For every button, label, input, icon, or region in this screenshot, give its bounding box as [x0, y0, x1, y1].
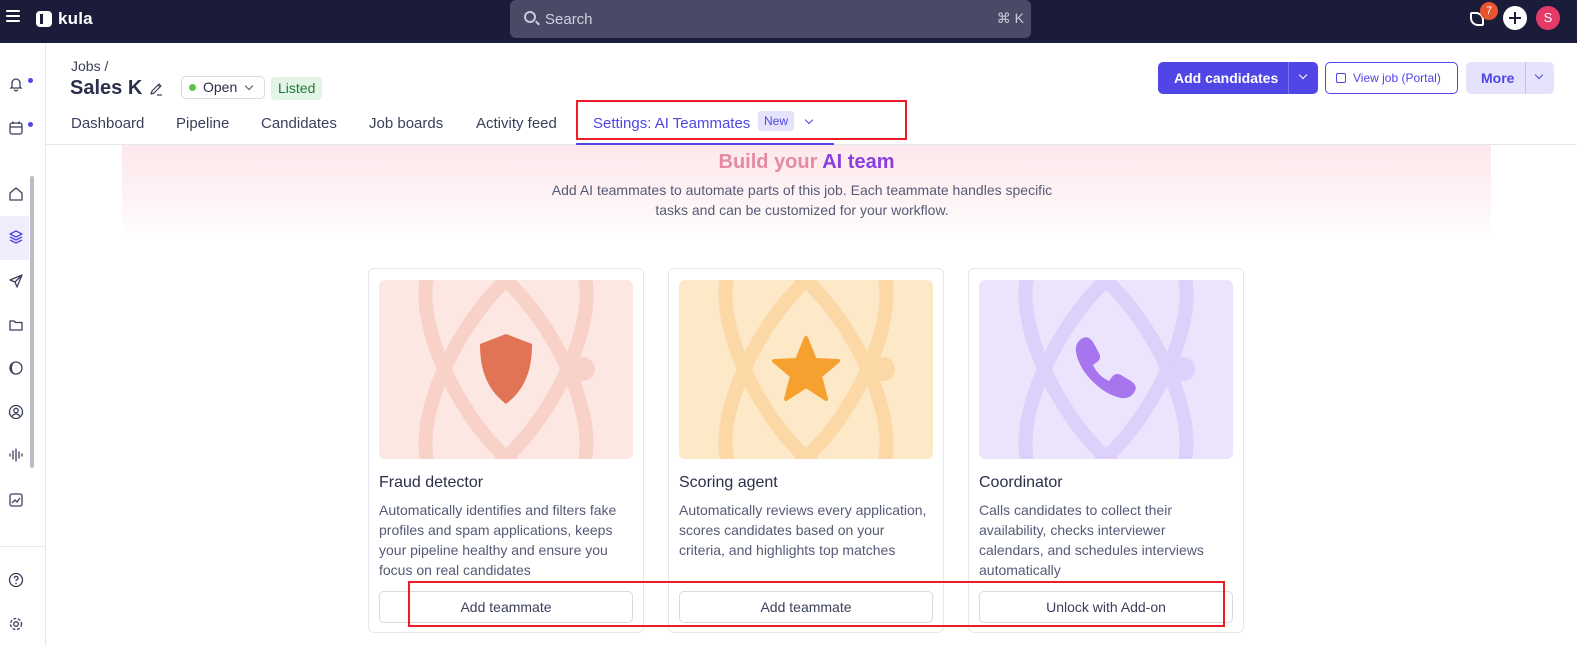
card-description: Calls candidates to collect their availa… — [979, 502, 1204, 578]
ai-team-banner: Build your AI team Add AI teammates to a… — [122, 145, 1491, 240]
announcements-button[interactable]: 7 — [1468, 2, 1498, 30]
tab-candidates[interactable]: Candidates — [261, 115, 337, 132]
calendar-unread-dot — [28, 122, 33, 127]
sidebar-scrollbar[interactable] — [30, 176, 34, 468]
card-illustration — [979, 280, 1233, 459]
card-illustration — [379, 280, 633, 459]
kula-logo-icon — [36, 11, 52, 27]
logo[interactable]: kula — [36, 9, 93, 29]
folder-icon[interactable] — [8, 317, 24, 333]
tab-activity-feed[interactable]: Activity feed — [476, 115, 557, 132]
banner-title-part2: AI team — [822, 151, 895, 173]
top-bar: kula ⌘ K 7 S — [0, 0, 1577, 43]
highlight-box-tab — [576, 100, 907, 140]
page-title: Sales K — [70, 77, 143, 99]
send-icon[interactable] — [8, 273, 24, 289]
contrast-icon[interactable] — [8, 360, 24, 376]
external-link-icon — [1336, 73, 1346, 83]
search-shortcut: ⌘ K — [996, 10, 1024, 26]
calendar-icon[interactable] — [8, 120, 24, 136]
chevron-down-icon — [244, 81, 254, 91]
status-badge: Listed — [271, 77, 323, 100]
more-dropdown[interactable] — [1525, 62, 1554, 94]
tab-job-boards[interactable]: Job boards — [369, 115, 443, 132]
add-candidates-button[interactable]: Add candidates — [1158, 62, 1318, 94]
card-title: Fraud detector — [379, 474, 484, 491]
more-button[interactable]: More — [1466, 62, 1554, 94]
notification-badge: 7 — [1480, 2, 1498, 20]
sidebar-divider — [0, 546, 45, 547]
search-icon — [524, 11, 536, 23]
shield-icon — [480, 334, 532, 404]
search-bar[interactable]: ⌘ K — [510, 0, 1031, 38]
tab-pipeline[interactable]: Pipeline — [176, 115, 229, 132]
teammate-card-scoring-agent: Scoring agent Automatically reviews ever… — [668, 268, 944, 633]
add-candidates-dropdown[interactable] — [1288, 62, 1318, 94]
menu-icon[interactable] — [6, 10, 20, 24]
more-label: More — [1481, 70, 1515, 86]
banner-title-part1: Build your — [718, 151, 818, 173]
avatar[interactable]: S — [1536, 6, 1560, 30]
teammate-card-fraud-detector: Fraud detector Automatically identifies … — [368, 268, 644, 633]
pencil-icon[interactable] — [148, 81, 164, 97]
gear-icon[interactable] — [8, 616, 24, 632]
logo-text: kula — [58, 9, 93, 28]
sidebar — [0, 43, 46, 646]
analytics-icon[interactable] — [8, 492, 24, 508]
home-icon[interactable] — [8, 186, 24, 202]
chevron-down-icon — [1534, 70, 1544, 80]
user-circle-icon[interactable] — [8, 404, 24, 420]
bell-icon[interactable] — [8, 76, 24, 92]
card-description: Automatically reviews every application,… — [679, 502, 927, 558]
bell-unread-dot — [28, 78, 33, 83]
card-description: Automatically identifies and filters fak… — [379, 502, 617, 578]
card-title: Coordinator — [979, 474, 1063, 491]
status-dot-icon — [189, 84, 196, 91]
banner-subtitle: Add AI teammates to automate parts of th… — [551, 182, 1053, 218]
card-title: Scoring agent — [679, 474, 778, 491]
view-job-label: View job (Portal) — [1353, 71, 1441, 85]
view-job-portal-button[interactable]: View job (Portal) — [1325, 62, 1458, 94]
audio-wave-icon[interactable] — [8, 447, 24, 463]
card-illustration — [679, 280, 933, 459]
help-icon[interactable] — [8, 572, 24, 588]
job-status-value: Open — [203, 79, 238, 95]
layers-icon[interactable] — [8, 229, 24, 245]
chevron-down-icon — [1298, 70, 1308, 80]
teammate-card-coordinator: Coordinator Calls candidates to collect … — [968, 268, 1244, 633]
create-new-button[interactable] — [1503, 6, 1527, 30]
banner-title: Build your AI team — [122, 151, 1491, 174]
job-status-select[interactable]: Open — [181, 76, 265, 99]
tab-dashboard[interactable]: Dashboard — [71, 115, 144, 132]
search-input[interactable] — [545, 9, 845, 29]
phone-icon — [1075, 337, 1136, 399]
highlight-box-buttons — [408, 581, 1225, 627]
add-candidates-label: Add candidates — [1174, 70, 1279, 86]
breadcrumb[interactable]: Jobs / — [71, 58, 108, 74]
star-icon — [772, 336, 840, 401]
